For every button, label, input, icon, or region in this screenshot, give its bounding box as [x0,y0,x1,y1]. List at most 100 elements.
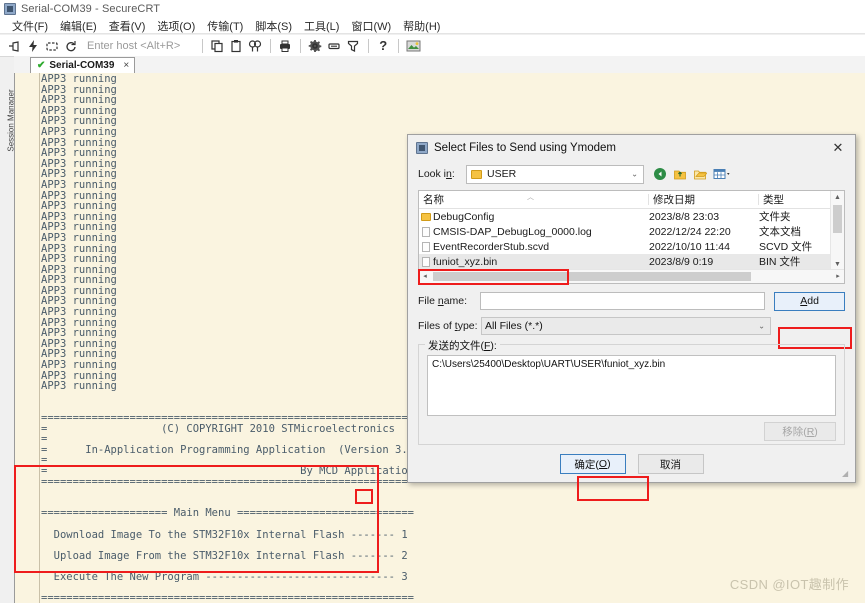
new-folder-icon[interactable] [692,167,707,182]
session-manager-panel[interactable]: Session Manager [0,58,16,603]
filename-input[interactable] [479,292,766,310]
session-options-icon[interactable] [325,37,343,55]
menu-options[interactable]: 选项(O) [151,18,201,34]
quick-connect-icon[interactable] [24,37,42,55]
file-list-row[interactable]: CMSIS-DAP_DebugLog_0000.log 2022/12/24 22… [419,224,844,239]
dialog-button-row: 确定(O) 取消 [418,454,845,474]
horizontal-scroll-thumb[interactable] [433,272,751,281]
terminal-line: APP3 running [41,115,117,128]
file-name-cell: CMSIS-DAP_DebugLog_0000.log [433,225,592,238]
up-one-level-icon[interactable] [672,167,687,182]
file-list[interactable]: 名称 ︿ 修改日期 类型 DebugConfig 2023/8/8 23:03 文件… [418,190,845,284]
terminal-line: APP3 running [41,104,117,117]
securecrt-window: Serial-COM39 - SecureCRT 文件(F) 编辑(E) 查看(… [0,0,865,603]
scroll-left-icon[interactable]: ◂ [419,270,431,282]
terminal-line: ========================================… [41,592,414,602]
menu-tools[interactable]: 工具(L) [298,18,345,34]
file-list-row[interactable]: EventRecorderStub.scvd 2022/10/10 11:44 SC… [419,239,844,254]
menu-file[interactable]: 文件(F) [6,18,54,34]
settings-icon[interactable] [306,37,324,55]
scroll-up-icon[interactable]: ▲ [831,191,844,203]
toolbar-separator-3 [300,38,302,53]
lookin-combo[interactable]: USER ⌄ [466,164,644,184]
tabstrip: ✔ Serial-COM39 × [14,56,865,74]
toolbar-separator-1 [202,38,204,53]
help-icon[interactable]: ? [374,37,392,55]
find-icon[interactable] [246,37,264,55]
terminal-line: APP3 running [41,83,117,96]
chevron-down-icon: ⌄ [631,169,638,179]
ok-button[interactable]: 确定(O) [559,454,626,474]
file-icon [419,241,433,252]
lookin-value: USER [487,168,517,180]
chevron-down-icon: ⌄ [758,321,765,331]
dialog-app-icon [416,142,428,154]
dialog-title: Select Files to Send using Ymodem [434,142,616,154]
filename-row: File name: Add [418,291,845,311]
connect-in-tab-icon[interactable] [43,37,61,55]
send-files-list[interactable]: C:\Users\25400\Desktop\UART\USER\funiot_… [427,355,836,416]
filename-label: File name: [418,295,468,307]
menu-transfer[interactable]: 传输(T) [201,18,249,34]
send-file-item[interactable]: C:\Users\25400\Desktop\UART\USER\funiot_… [432,359,831,370]
app-icon [4,3,16,15]
paste-icon[interactable] [227,37,245,55]
menu-help[interactable]: 帮助(H) [397,18,446,34]
terminal-line: APP3 running [41,74,117,85]
column-header-type[interactable]: 类型 [759,192,841,207]
file-list-row[interactable]: DebugConfig 2023/8/8 23:03 文件夹 [419,209,844,224]
check-icon: ✔ [37,59,46,71]
scroll-right-icon[interactable]: ▸ [832,270,844,282]
send-files-title: 发送的文件(F): [425,338,500,353]
column-header-name[interactable]: 名称 [419,192,649,207]
nav-icon-group [652,167,732,182]
menu-window[interactable]: 窗口(W) [345,18,397,34]
lookin-row: Look in: USER ⌄ [418,163,845,185]
image-icon[interactable] [404,37,422,55]
tab-label: Serial-COM39 [49,60,115,71]
terminal-line: ==================== Main Menu =========… [41,507,414,520]
toolbar-separator-5 [398,38,400,53]
menubar: 文件(F) 编辑(E) 查看(V) 选项(O) 传输(T) 脚本(S) 工具(L… [0,18,865,34]
vertical-scroll-thumb[interactable] [833,205,842,233]
file-list-header: 名称 ︿ 修改日期 类型 [419,191,844,209]
close-icon[interactable]: × [123,60,129,71]
file-date-cell: 2022/12/24 22:20 [649,225,731,238]
resize-grip[interactable]: ◢ [842,470,852,480]
watermark: CSDN @IOT趣制作 [729,577,849,592]
terminal-gutter [15,73,40,603]
filetype-row: Files of type: All Files (*.*) ⌄ [418,316,845,336]
filetype-value: All Files (*.*) [485,320,543,332]
host-input[interactable]: Enter host <Alt+R> [87,40,180,52]
add-button[interactable]: Add [774,291,845,311]
filetype-combo[interactable]: All Files (*.*) ⌄ [481,317,771,335]
dialog-close-icon[interactable]: ✕ [821,135,855,161]
filter-icon[interactable] [344,37,362,55]
file-list-vertical-scrollbar[interactable]: ▲ ▼ [830,191,844,270]
column-header-date[interactable]: 修改日期 [649,192,759,207]
file-type-cell: SCVD 文件 [759,241,813,253]
file-date-cell: 2023/8/9 0:19 [649,255,714,268]
cancel-button[interactable]: 取消 [637,454,704,474]
file-date-cell: 2023/8/8 23:03 [649,210,720,223]
reconnect-icon[interactable] [62,37,80,55]
menu-view[interactable]: 查看(V) [103,18,152,34]
file-list-row[interactable]: funiot_xyz.bin 2023/8/9 0:19 BIN 文件 [419,254,844,269]
file-list-horizontal-scrollbar[interactable]: ◂ ▸ [419,269,844,283]
view-menu-icon[interactable] [712,167,732,182]
tab-serial-com39[interactable]: ✔ Serial-COM39 × [30,57,136,73]
connect-icon[interactable] [5,37,23,55]
file-type-cell: 文本文档 [759,226,801,238]
toolbar-separator-4 [368,38,370,53]
menu-edit[interactable]: 编辑(E) [54,18,103,34]
sort-ascending-icon: ︿ [527,194,534,201]
menu-script[interactable]: 脚本(S) [249,18,298,34]
print-icon[interactable] [276,37,294,55]
file-date-cell: 2022/10/10 11:44 [649,240,730,253]
copy-icon[interactable] [208,37,226,55]
remove-button[interactable]: 移除(R) [764,422,836,441]
file-name-cell: EventRecorderStub.scvd [433,240,550,253]
back-icon[interactable] [652,167,667,182]
